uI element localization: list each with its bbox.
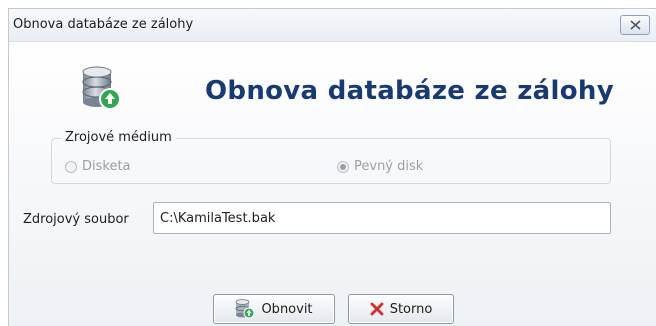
cancel-button[interactable]: Storno [348,294,454,324]
source-file-input[interactable] [153,202,611,234]
radio-pevny-disk-label: Pevný disk [354,159,424,174]
radio-pevny-disk[interactable]: Pevný disk [337,159,423,174]
restore-button-label: Obnovit [261,301,313,317]
window-title: Obnova databáze ze zálohy [13,17,194,32]
title-bar: Obnova databáze ze zálohy [9,9,656,42]
restore-button[interactable]: Obnovit [213,294,335,324]
radio-disketa[interactable]: Disketa [65,159,131,174]
radio-indicator [65,160,77,173]
x-icon [370,302,384,316]
cancel-button-label: Storno [389,301,433,317]
header-title: Obnova databáze ze zálohy [205,76,614,106]
source-medium-label: Zrojové médium [61,130,176,145]
database-restore-icon [82,66,121,110]
source-file-label: Zdrojový soubor [23,212,129,227]
database-restore-icon [235,299,255,319]
dialog-content: Obnova databáze ze zálohy Zrojové médium… [9,42,656,326]
close-button[interactable] [620,15,650,35]
radio-disketa-label: Disketa [82,159,131,174]
radio-indicator [337,160,349,173]
dialog-window: Obnova databáze ze zálohy Obnova databáz… [8,8,656,326]
close-icon [630,20,641,30]
